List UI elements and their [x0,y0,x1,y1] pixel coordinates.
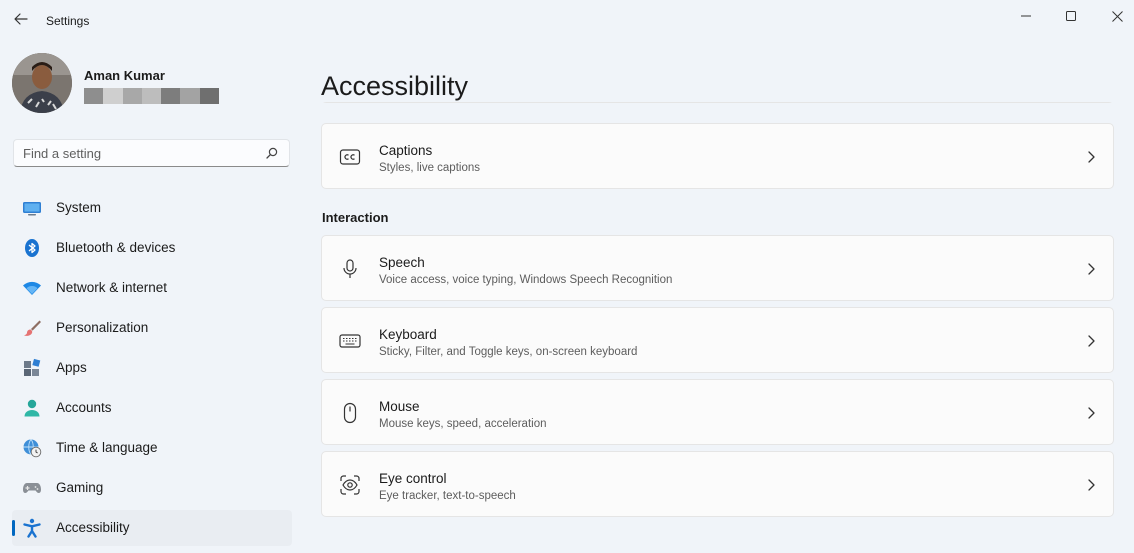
profile-name: Aman Kumar [84,68,165,83]
microphone-icon [343,259,357,278]
eye-control-card[interactable]: Eye control Eye tracker, text-to-speech [321,451,1114,517]
maximize-button[interactable] [1048,0,1094,32]
back-arrow-icon [14,13,28,25]
card-subtitle: Eye tracker, text-to-speech [379,490,516,502]
card-title: Eye control [379,471,447,486]
sidebar-item-system[interactable]: System [12,190,292,226]
card-title: Speech [379,255,425,270]
profile-photo [12,53,72,113]
card-title: Keyboard [379,327,437,342]
card-subtitle: Voice access, voice typing, Windows Spee… [379,274,673,286]
paintbrush-icon [24,320,41,336]
wifi-icon [23,281,41,295]
chevron-right-icon [1088,407,1095,419]
app-title: Settings [46,14,90,28]
close-button[interactable] [1094,0,1134,32]
profile-email-redacted [84,88,219,104]
card-subtitle: Mouse keys, speed, acceleration [379,418,547,430]
sidebar-item-personalization[interactable]: Personalization [12,310,292,346]
chevron-right-icon [1088,151,1095,163]
sidebar-item-label: Network & internet [56,280,168,295]
bluetooth-icon [25,239,39,257]
search-box[interactable] [13,139,290,167]
card-title: Captions [379,143,433,158]
minimize-icon [1021,15,1031,17]
gamepad-icon [23,483,41,493]
captions-card[interactable]: Captions Styles, live captions [321,123,1114,189]
sidebar-item-label: System [56,200,102,215]
maximize-icon [1066,11,1076,21]
chevron-right-icon [1088,479,1095,491]
avatar[interactable] [12,53,72,113]
monitor-icon [23,202,41,216]
close-icon [1111,10,1123,22]
keyboard-card[interactable]: Keyboard Sticky, Filter, and Toggle keys… [321,307,1114,373]
closed-captions-icon [339,149,361,165]
mouse-card[interactable]: Mouse Mouse keys, speed, acceleration [321,379,1114,445]
card-subtitle: Styles, live captions [379,162,480,174]
page-title: Accessibility [321,71,469,102]
globe-clock-icon [23,439,42,458]
sidebar-item-label: Apps [56,360,87,375]
chevron-right-icon [1088,263,1095,275]
sidebar-item-label: Accessibility [56,520,130,535]
card-title: Mouse [379,399,420,414]
sidebar-nav: System Bluetooth & devices Network & int… [12,190,292,550]
section-heading-interaction: Interaction [322,210,389,225]
card-subtitle: Sticky, Filter, and Toggle keys, on-scre… [379,346,638,358]
title-bar: Settings [0,0,1134,40]
sidebar-item-label: Accounts [56,400,112,415]
sidebar-item-label: Gaming [56,480,104,495]
sidebar-item-network[interactable]: Network & internet [12,270,292,306]
back-button[interactable] [10,8,32,30]
sidebar-item-apps[interactable]: Apps [12,350,292,386]
person-icon [24,399,40,417]
search-input[interactable] [14,140,263,166]
sidebar-item-label: Time & language [56,440,158,455]
search-icon[interactable] [265,146,279,160]
keyboard-icon [339,334,361,348]
apps-icon [24,358,41,376]
sidebar-item-bluetooth[interactable]: Bluetooth & devices [12,230,292,266]
speech-card[interactable]: Speech Voice access, voice typing, Windo… [321,235,1114,301]
minimize-button[interactable] [1003,0,1049,32]
accessibility-icon [23,518,41,538]
mouse-icon [343,402,357,424]
sidebar-item-accessibility[interactable]: Accessibility [12,510,292,546]
sidebar-item-gaming[interactable]: Gaming [12,470,292,506]
sidebar-item-accounts[interactable]: Accounts [12,390,292,426]
chevron-right-icon [1088,335,1095,347]
sidebar-item-label: Personalization [56,320,149,335]
sidebar-item-label: Bluetooth & devices [56,240,176,255]
sidebar-item-time-language[interactable]: Time & language [12,430,292,466]
eye-control-icon [340,475,360,495]
